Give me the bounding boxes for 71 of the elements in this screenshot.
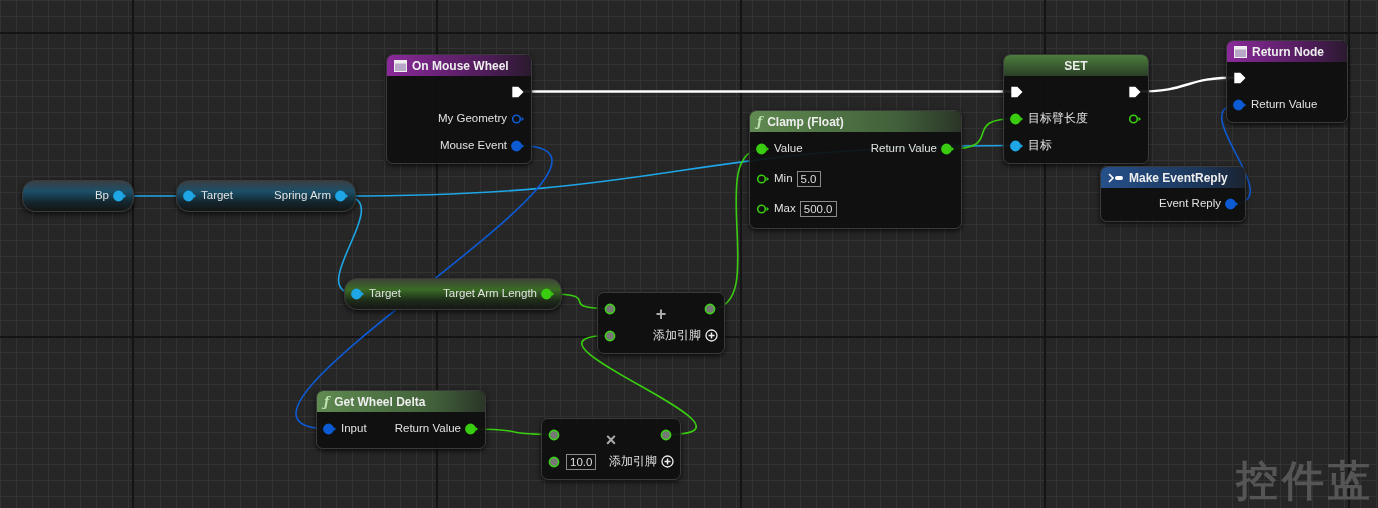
graph-node[interactable]: Target Spring Arm [176, 180, 356, 212]
pin-icon[interactable] [335, 190, 349, 202]
pin-icon[interactable] [660, 428, 674, 441]
pin-icon[interactable] [756, 203, 770, 215]
function-glyph: ƒ [757, 113, 763, 131]
graph-node[interactable]: 添加引脚 + [597, 292, 725, 354]
pin-label: Target [369, 286, 401, 302]
pin-label: Mouse Event [439, 137, 507, 153]
pin-label: Return Value [1251, 96, 1318, 112]
add-pin-label[interactable]: 添加引脚 [609, 452, 657, 471]
pin-icon[interactable] [756, 143, 770, 155]
pin-icon[interactable] [465, 423, 479, 435]
pin-icon[interactable] [756, 173, 770, 185]
node-title: Clamp (Float) [767, 113, 844, 131]
node-title: Return Node [1252, 43, 1324, 61]
exec-pin-icon[interactable] [1128, 85, 1142, 98]
pin-icon[interactable] [604, 329, 618, 342]
pin-label: My Geometry [438, 110, 507, 126]
value-field[interactable]: 10.0 [566, 453, 597, 470]
exec-pin-icon[interactable] [1010, 85, 1024, 98]
node-title: SET [1064, 57, 1088, 75]
pin-label: Event Reply [1159, 195, 1221, 211]
struct-icon [1108, 172, 1124, 183]
graph-node[interactable]: ƒ Get Wheel Delta Input Return Value [316, 390, 486, 449]
pin-label: Return Value [394, 421, 461, 437]
graph-node[interactable]: Target Target Arm Length [344, 278, 562, 310]
add-icon[interactable] [661, 455, 674, 468]
pin-icon[interactable] [548, 455, 562, 468]
graph-node[interactable]: ƒ Clamp (Float) Value Return Value Min 5.0 Max 500.0 [749, 110, 962, 229]
pin-icon[interactable] [1010, 112, 1024, 125]
pin-label: Value [774, 141, 803, 157]
pin-label: Target [201, 188, 233, 204]
pin-icon[interactable] [1010, 139, 1024, 152]
pin-icon[interactable] [351, 288, 365, 300]
pin-label: Bp [94, 188, 109, 204]
window-icon [1234, 45, 1247, 58]
pin-label: Min [774, 171, 793, 187]
value-field[interactable]: 5.0 [796, 171, 821, 187]
graph-node[interactable]: SET 目标臂长度 目标 [1003, 54, 1149, 164]
window-icon [394, 59, 407, 72]
pin-label: 目标 [1028, 137, 1052, 153]
pin-label: Return Value [870, 141, 937, 157]
pin-label: Input [341, 421, 367, 437]
pin-label: Target Arm Length [443, 286, 537, 302]
pin-label: Max [774, 201, 796, 217]
add-icon[interactable] [705, 329, 718, 342]
pin-label: 目标臂长度 [1028, 110, 1088, 126]
function-glyph: ƒ [324, 393, 330, 411]
operator-symbol: + [654, 305, 668, 323]
node-title: Get Wheel Delta [334, 393, 426, 411]
exec-pin-icon[interactable] [511, 85, 525, 98]
pin-icon[interactable] [1128, 112, 1142, 125]
graph-node[interactable]: Return Node Return Value [1226, 40, 1348, 123]
pin-icon[interactable] [941, 143, 955, 155]
graph-node[interactable]: On Mouse Wheel My Geometry Mouse Event [386, 54, 532, 164]
pin-icon[interactable] [548, 428, 562, 441]
operator-symbol: × [604, 431, 618, 449]
pin-icon[interactable] [604, 302, 618, 315]
node-title: On Mouse Wheel [412, 57, 509, 75]
graph-node[interactable]: 10.0 添加引脚 × [541, 418, 681, 480]
pin-label: Spring Arm [274, 188, 331, 204]
pin-icon[interactable] [704, 302, 718, 315]
exec-pin-icon[interactable] [1233, 71, 1247, 84]
pin-icon[interactable] [541, 288, 555, 300]
pin-icon[interactable] [113, 190, 127, 202]
pin-icon[interactable] [183, 190, 197, 202]
graph-node[interactable]: Bp [22, 180, 134, 212]
node-title: Make EventReply [1129, 169, 1228, 187]
graph-node[interactable]: Make EventReply Event Reply [1100, 166, 1246, 222]
value-field[interactable]: 500.0 [799, 201, 837, 217]
add-pin-label[interactable]: 添加引脚 [653, 326, 701, 345]
